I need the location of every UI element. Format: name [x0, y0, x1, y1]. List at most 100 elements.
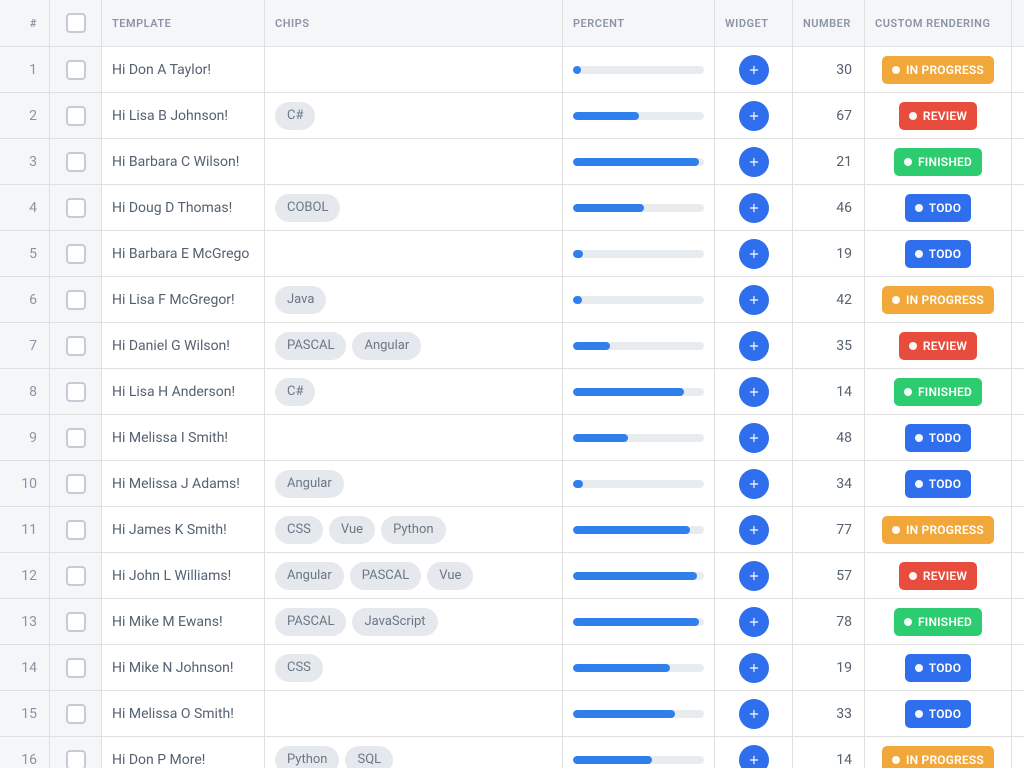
table-row[interactable]: 11Hi James K Smith!CSSVuePython77IN PROG… [0, 507, 1024, 553]
chip[interactable]: PASCAL [350, 562, 421, 590]
chip[interactable]: COBOL [275, 194, 340, 222]
add-button[interactable] [739, 515, 769, 545]
table-row[interactable]: 7Hi Daniel G Wilson!PASCALAngular35REVIE… [0, 323, 1024, 369]
add-button[interactable] [739, 193, 769, 223]
chip[interactable]: Python [275, 746, 339, 768]
cell-widget [715, 231, 793, 276]
row-checkbox[interactable] [66, 520, 86, 540]
table-row[interactable]: 15Hi Melissa O Smith!33TODO [0, 691, 1024, 737]
progress-bar [573, 204, 644, 212]
header-status[interactable]: CUSTOM RENDERING [865, 0, 1012, 46]
cell-template: Hi Melissa O Smith! [102, 691, 265, 736]
table-row[interactable]: 1Hi Don A Taylor!30IN PROGRESS [0, 47, 1024, 93]
row-checkbox[interactable] [66, 428, 86, 448]
cell-tail [1012, 47, 1024, 92]
cell-index: 6 [0, 277, 50, 322]
table-row[interactable]: 6Hi Lisa F McGregor!Java42IN PROGRESS [0, 277, 1024, 323]
table-row[interactable]: 2Hi Lisa B Johnson!C#67REVIEW [0, 93, 1024, 139]
row-checkbox[interactable] [66, 60, 86, 80]
add-button[interactable] [739, 331, 769, 361]
header-widget[interactable]: WIDGET [715, 0, 793, 46]
row-checkbox[interactable] [66, 152, 86, 172]
chip[interactable]: PASCAL [275, 608, 346, 636]
add-button[interactable] [739, 101, 769, 131]
header-template[interactable]: TEMPLATE [102, 0, 265, 46]
row-checkbox[interactable] [66, 290, 86, 310]
add-button[interactable] [739, 423, 769, 453]
add-button[interactable] [739, 607, 769, 637]
cell-chips: PASCALAngular [265, 323, 563, 368]
header-chips[interactable]: CHIPS [265, 0, 563, 46]
add-button[interactable] [739, 55, 769, 85]
chip[interactable]: C# [275, 102, 315, 130]
chip[interactable]: SQL [345, 746, 393, 768]
row-checkbox[interactable] [66, 474, 86, 494]
table-row[interactable]: 10Hi Melissa J Adams!Angular34TODO [0, 461, 1024, 507]
chip[interactable]: Angular [352, 332, 421, 360]
chip[interactable]: Java [275, 286, 326, 314]
table-row[interactable]: 5Hi Barbara E McGrego19TODO [0, 231, 1024, 277]
table-row[interactable]: 16Hi Don P More!PythonSQL14IN PROGRESS [0, 737, 1024, 768]
add-button[interactable] [739, 147, 769, 177]
row-checkbox[interactable] [66, 566, 86, 586]
cell-checkbox [50, 185, 102, 230]
cell-checkbox [50, 737, 102, 768]
chip[interactable]: PASCAL [275, 332, 346, 360]
add-button[interactable] [739, 745, 769, 768]
cell-index: 8 [0, 369, 50, 414]
table-row[interactable]: 3Hi Barbara C Wilson!21FINISHED [0, 139, 1024, 185]
row-checkbox[interactable] [66, 658, 86, 678]
cell-number: 34 [793, 461, 865, 506]
row-checkbox[interactable] [66, 244, 86, 264]
cell-tail [1012, 185, 1024, 230]
cell-number: 78 [793, 599, 865, 644]
add-button[interactable] [739, 561, 769, 591]
header-percent[interactable]: PERCENT [563, 0, 715, 46]
add-button[interactable] [739, 469, 769, 499]
header-number[interactable]: NUMBER [793, 0, 865, 46]
add-button[interactable] [739, 653, 769, 683]
add-button[interactable] [739, 377, 769, 407]
chip[interactable]: CSS [275, 654, 323, 682]
table-row[interactable]: 9Hi Melissa I Smith!48TODO [0, 415, 1024, 461]
header-index[interactable]: # [0, 0, 50, 46]
chip[interactable]: Angular [275, 470, 344, 498]
cell-status: TODO [865, 415, 1012, 460]
cell-index: 1 [0, 47, 50, 92]
table-row[interactable]: 14Hi Mike N Johnson!CSS19TODO [0, 645, 1024, 691]
cell-template: Hi Mike M Ewans! [102, 599, 265, 644]
plus-icon [747, 569, 761, 583]
cell-status: REVIEW [865, 323, 1012, 368]
chip[interactable]: Angular [275, 562, 344, 590]
select-all-checkbox[interactable] [66, 13, 86, 33]
row-checkbox[interactable] [66, 336, 86, 356]
cell-index: 3 [0, 139, 50, 184]
row-checkbox[interactable] [66, 106, 86, 126]
chip[interactable]: JavaScript [352, 608, 437, 636]
status-badge: TODO [905, 194, 971, 222]
row-checkbox[interactable] [66, 750, 86, 768]
add-button[interactable] [739, 285, 769, 315]
table-row[interactable]: 4Hi Doug D Thomas!COBOL46TODO [0, 185, 1024, 231]
chip[interactable]: Vue [427, 562, 473, 590]
chip[interactable]: CSS [275, 516, 323, 544]
cell-index: 4 [0, 185, 50, 230]
cell-widget [715, 47, 793, 92]
add-button[interactable] [739, 699, 769, 729]
header-checkbox[interactable] [50, 0, 102, 46]
table-row[interactable]: 13Hi Mike M Ewans!PASCALJavaScript78FINI… [0, 599, 1024, 645]
cell-chips [265, 47, 563, 92]
cell-number: 67 [793, 93, 865, 138]
chip[interactable]: Vue [329, 516, 375, 544]
row-checkbox[interactable] [66, 198, 86, 218]
row-checkbox[interactable] [66, 382, 86, 402]
progress-bar [573, 572, 697, 580]
cell-widget [715, 461, 793, 506]
row-checkbox[interactable] [66, 704, 86, 724]
row-checkbox[interactable] [66, 612, 86, 632]
chip[interactable]: Python [381, 516, 445, 544]
table-row[interactable]: 8Hi Lisa H Anderson!C#14FINISHED [0, 369, 1024, 415]
table-row[interactable]: 12Hi John L Williams!AngularPASCALVue57R… [0, 553, 1024, 599]
add-button[interactable] [739, 239, 769, 269]
chip[interactable]: C# [275, 378, 315, 406]
